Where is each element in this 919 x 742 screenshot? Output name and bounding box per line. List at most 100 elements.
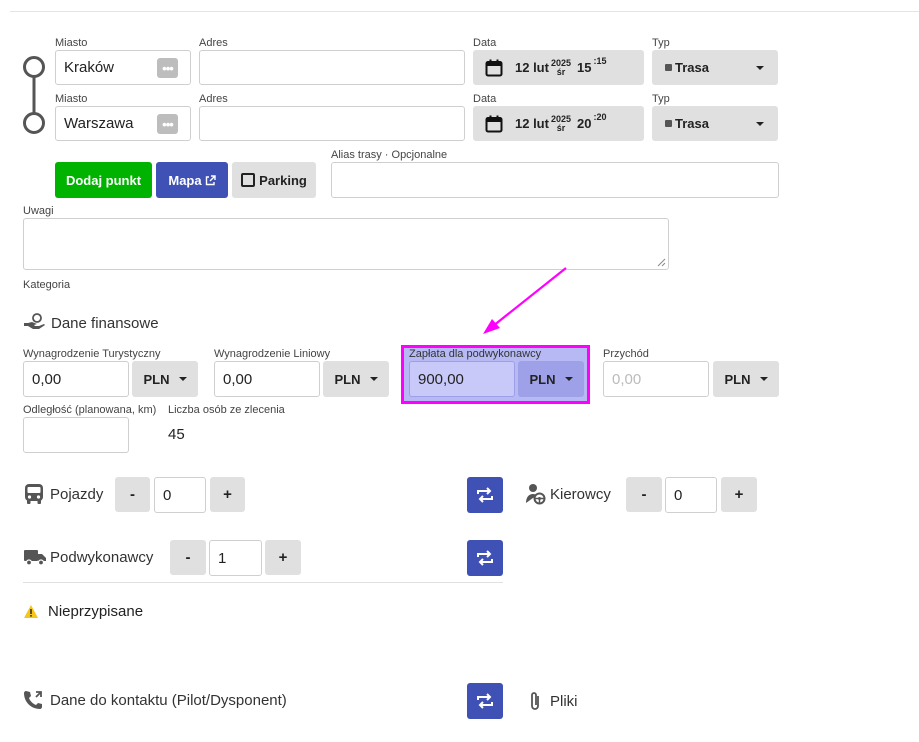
alias-label: Alias trasy · Opcjonalne bbox=[331, 149, 448, 161]
type-dropdown-1[interactable]: Trasa bbox=[652, 50, 778, 85]
checkbox-icon bbox=[241, 173, 256, 187]
calendar-icon bbox=[485, 59, 503, 76]
resize-handle-icon[interactable] bbox=[657, 258, 666, 267]
vehicles-header: Pojazdy bbox=[23, 483, 103, 505]
date-picker-1[interactable]: 12 lut 2025 śr 15 :15 bbox=[473, 50, 644, 85]
top-divider bbox=[10, 11, 919, 12]
time-hour-2: 20 bbox=[577, 116, 592, 131]
alias-input[interactable] bbox=[331, 162, 779, 198]
drivers-header: Kierowcy bbox=[524, 483, 611, 505]
subcontractor-payment-input[interactable]: 900,00 bbox=[409, 361, 515, 397]
kategoria-label: Kategoria bbox=[23, 279, 71, 291]
vehicles-plus-button[interactable]: + bbox=[210, 477, 245, 512]
fin-label-3: Zapłata dla podwykonawcy bbox=[409, 348, 542, 360]
driver-icon bbox=[526, 484, 546, 505]
caret-down-icon bbox=[369, 377, 378, 381]
time-minute-1: :15 bbox=[593, 56, 607, 66]
time-hour-1: 15 bbox=[577, 60, 592, 75]
distance-input[interactable] bbox=[23, 417, 129, 453]
drivers-plus-button[interactable]: + bbox=[721, 477, 757, 512]
miasto-label-2: Miasto bbox=[55, 93, 88, 105]
date-day-2: 12 lut bbox=[515, 116, 549, 131]
drivers-label: Kierowcy bbox=[550, 485, 611, 503]
map-button[interactable]: Mapa bbox=[156, 162, 228, 198]
caret-down-icon bbox=[756, 65, 764, 70]
swap-icon bbox=[477, 550, 493, 566]
calendar-icon bbox=[485, 115, 503, 132]
map-label: Mapa bbox=[168, 172, 202, 188]
vehicles-count-input[interactable]: 0 bbox=[154, 477, 206, 513]
city-input-1[interactable]: Kraków ••• bbox=[55, 50, 191, 85]
subcontractors-count-input[interactable]: 1 bbox=[209, 540, 262, 576]
data-label-2: Data bbox=[473, 93, 497, 105]
parking-label: Parking bbox=[259, 172, 307, 188]
date-weekday-2: śr bbox=[556, 122, 566, 133]
subcontractors-label: Podwykonawcy bbox=[50, 548, 154, 566]
miasto-label-1: Miasto bbox=[55, 37, 88, 49]
type-square-icon bbox=[665, 120, 672, 127]
parking-checkbox[interactable]: Parking bbox=[232, 162, 316, 198]
typ-label-1: Typ bbox=[652, 37, 670, 49]
vehicles-swap-button[interactable] bbox=[467, 477, 503, 513]
more-icon[interactable]: ••• bbox=[157, 114, 178, 134]
caret-down-icon bbox=[759, 377, 768, 381]
adres-label-1: Adres bbox=[199, 37, 228, 49]
type-value-1: Trasa bbox=[675, 60, 709, 75]
route-timeline bbox=[23, 56, 45, 134]
unassigned-row: Nieprzypisane bbox=[23, 603, 143, 620]
date-day-1: 12 lut bbox=[515, 60, 549, 75]
pay-tourist-input[interactable]: 0,00 bbox=[23, 361, 129, 397]
currency-value-4: PLN bbox=[724, 371, 751, 387]
vehicles-label: Pojazdy bbox=[50, 485, 104, 503]
notes-textarea[interactable] bbox=[23, 218, 669, 270]
currency-dropdown-2[interactable]: PLN bbox=[323, 361, 389, 397]
unassigned-label: Nieprzypisane bbox=[48, 603, 144, 620]
persons-value: 45 bbox=[168, 426, 185, 443]
currency-value-1: PLN bbox=[143, 371, 170, 387]
caret-down-icon bbox=[756, 121, 764, 126]
hand-money-icon bbox=[24, 313, 45, 329]
swap-icon bbox=[477, 693, 493, 709]
paperclip-icon bbox=[531, 692, 539, 710]
date-weekday-1: śr bbox=[556, 66, 566, 77]
contact-swap-button[interactable] bbox=[467, 683, 503, 719]
subcontractors-swap-button[interactable] bbox=[467, 540, 503, 576]
fin-label-4: Przychód bbox=[603, 348, 649, 360]
fin-label-2: Wynagrodzenie Liniowy bbox=[214, 348, 331, 360]
warning-icon bbox=[24, 605, 38, 618]
currency-dropdown-4[interactable]: PLN bbox=[713, 361, 779, 397]
type-dropdown-2[interactable]: Trasa bbox=[652, 106, 778, 141]
files-label: Pliki bbox=[550, 692, 578, 710]
files-header[interactable]: Pliki bbox=[528, 690, 578, 712]
date-picker-2[interactable]: 12 lut 2025 śr 20 :20 bbox=[473, 106, 644, 141]
time-minute-2: :20 bbox=[593, 112, 607, 122]
currency-dropdown-3[interactable]: PLN bbox=[518, 361, 584, 397]
uwagi-label: Uwagi bbox=[23, 205, 54, 217]
subcontractors-plus-button[interactable]: + bbox=[265, 540, 301, 575]
finance-header: Dane finansowe bbox=[23, 313, 159, 333]
finance-title: Dane finansowe bbox=[51, 314, 159, 332]
annotation-arrow bbox=[483, 267, 567, 334]
city-input-2[interactable]: Warszawa ••• bbox=[55, 106, 191, 141]
subcontractors-header: Podwykonawcy bbox=[23, 547, 153, 567]
address-input-2[interactable] bbox=[199, 106, 465, 141]
subcontractors-minus-button[interactable]: - bbox=[170, 540, 206, 575]
address-input-1[interactable] bbox=[199, 50, 465, 85]
drivers-count-input[interactable]: 0 bbox=[665, 477, 717, 513]
pay-line-input[interactable]: 0,00 bbox=[214, 361, 320, 397]
external-link-icon bbox=[205, 174, 216, 185]
city-value-1: Kraków bbox=[64, 59, 115, 76]
data-label-1: Data bbox=[473, 37, 497, 49]
more-icon[interactable]: ••• bbox=[157, 58, 178, 78]
persons-label: Liczba osób ze zlecenia bbox=[168, 404, 285, 416]
phone-forward-icon bbox=[24, 691, 42, 709]
type-value-2: Trasa bbox=[675, 116, 709, 131]
distance-label: Odległość (planowana, km) bbox=[23, 404, 157, 416]
vehicles-minus-button[interactable]: - bbox=[115, 477, 150, 512]
revenue-input[interactable]: 0,00 bbox=[603, 361, 709, 397]
adres-label-2: Adres bbox=[199, 93, 228, 105]
add-point-button[interactable]: Dodaj punkt bbox=[55, 162, 152, 198]
truck-icon bbox=[24, 550, 46, 566]
currency-dropdown-1[interactable]: PLN bbox=[132, 361, 198, 397]
drivers-minus-button[interactable]: - bbox=[626, 477, 662, 512]
